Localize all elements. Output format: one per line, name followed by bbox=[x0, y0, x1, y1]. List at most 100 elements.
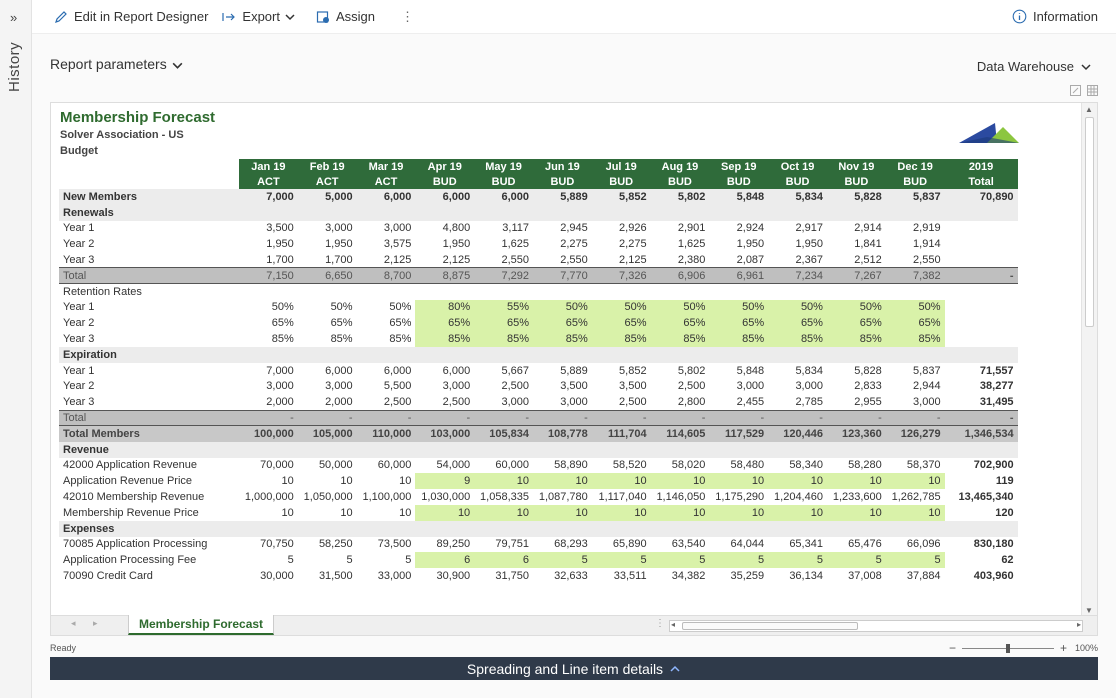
grid-cell: 7,292 bbox=[474, 267, 533, 285]
report-parameters-toggle[interactable]: Report parameters bbox=[50, 56, 184, 72]
grid-cell[interactable]: 5 bbox=[591, 552, 651, 569]
horizontal-scroll-thumb[interactable] bbox=[682, 622, 858, 630]
grid-view-icon[interactable] bbox=[1087, 85, 1098, 96]
grid-cell[interactable]: 6 bbox=[474, 552, 533, 569]
grid-cell[interactable]: 10 bbox=[650, 504, 710, 521]
grid-cell[interactable]: 10 bbox=[474, 504, 533, 521]
data-source-dropdown[interactable]: Data Warehouse bbox=[977, 59, 1092, 74]
grid-cell: 6,000 bbox=[356, 189, 416, 205]
sheet-tab-membership-forecast[interactable]: Membership Forecast bbox=[128, 615, 275, 635]
grid-cell: 5,852 bbox=[619, 364, 647, 377]
grid-cell[interactable]: 9 bbox=[415, 473, 475, 490]
grid-cell[interactable]: 10 bbox=[532, 504, 592, 521]
grid-cell[interactable]: 65% bbox=[826, 315, 886, 332]
grid-cell[interactable]: 5 bbox=[826, 552, 886, 569]
grid-cell: - bbox=[239, 409, 298, 427]
grid-cell[interactable]: 10 bbox=[826, 504, 886, 521]
grid-cell bbox=[474, 284, 533, 300]
grid-cell bbox=[591, 520, 651, 537]
zoom-in-icon[interactable]: + bbox=[1060, 641, 1067, 655]
grid-cell[interactable]: 85% bbox=[591, 331, 651, 347]
grid-cell bbox=[885, 441, 945, 458]
expand-sheet-icon[interactable] bbox=[1070, 85, 1081, 96]
grid-cell[interactable]: 50% bbox=[532, 299, 592, 316]
zoom-out-icon[interactable]: − bbox=[949, 641, 956, 655]
scroll-down-icon[interactable]: ▼ bbox=[1085, 606, 1093, 615]
grid-cell[interactable]: 10 bbox=[768, 473, 827, 490]
zoom-slider[interactable] bbox=[961, 643, 1054, 653]
grid-cell[interactable]: 10 bbox=[650, 473, 710, 490]
grid-cell[interactable]: 10 bbox=[532, 473, 592, 490]
grid-cell[interactable]: 5 bbox=[709, 552, 769, 569]
grid-cell[interactable]: 50% bbox=[826, 299, 886, 316]
grid-cell[interactable]: 5 bbox=[885, 552, 945, 569]
vertical-scroll-thumb[interactable] bbox=[1085, 117, 1094, 327]
grid-cell[interactable]: 65% bbox=[591, 315, 651, 332]
zoom-slider-handle[interactable] bbox=[1005, 643, 1010, 653]
tab-prev-icon[interactable]: ◂ bbox=[71, 618, 76, 629]
grid-cell[interactable]: 85% bbox=[885, 331, 945, 347]
grid-cell[interactable]: 10 bbox=[591, 504, 651, 521]
grid-cell bbox=[885, 346, 945, 363]
grid-cell[interactable]: 50% bbox=[591, 299, 651, 316]
grid-cell[interactable]: 65% bbox=[415, 315, 475, 332]
spreadsheet[interactable]: Membership Forecast Solver Association -… bbox=[51, 103, 1083, 617]
vertical-scrollbar[interactable]: ▲ ▼ bbox=[1081, 103, 1097, 617]
grid-cell[interactable]: 50% bbox=[768, 299, 827, 316]
grid-cell[interactable]: 50% bbox=[885, 299, 945, 316]
scroll-left-icon[interactable]: ◂ bbox=[671, 620, 675, 629]
grid-cell[interactable]: 5 bbox=[650, 552, 710, 569]
grid-cell[interactable]: 10 bbox=[885, 504, 945, 521]
grid-cell[interactable]: 5 bbox=[768, 552, 827, 569]
grid-cell[interactable]: 85% bbox=[768, 331, 827, 347]
grid-cell[interactable]: 65% bbox=[650, 315, 710, 332]
grid-cell[interactable]: 65% bbox=[474, 315, 533, 332]
row-label: Year 2 bbox=[63, 238, 95, 251]
grid-cell[interactable]: 65% bbox=[885, 315, 945, 332]
spreading-details-toggle[interactable]: Spreading and Line item details bbox=[50, 657, 1098, 680]
row-label: New Members bbox=[59, 189, 239, 205]
expand-sidebar-icon[interactable]: » bbox=[10, 10, 17, 25]
grid-cell[interactable]: 65% bbox=[768, 315, 827, 332]
export-button[interactable]: Export bbox=[222, 9, 302, 24]
horizontal-scrollbar[interactable]: ◂ ▸ bbox=[669, 620, 1083, 632]
tab-next-icon[interactable]: ▸ bbox=[93, 618, 98, 629]
grid-cell[interactable]: 10 bbox=[826, 473, 886, 490]
grid-cell[interactable]: 6 bbox=[415, 552, 475, 569]
grid-cell[interactable]: 80% bbox=[415, 299, 475, 316]
grid-cell[interactable]: 85% bbox=[709, 331, 769, 347]
grid-cell[interactable]: 10 bbox=[591, 473, 651, 490]
grid-cell: 1,700 bbox=[266, 253, 294, 266]
grid-cell: 105,834 bbox=[474, 425, 533, 442]
grid-cell[interactable]: 85% bbox=[415, 331, 475, 347]
history-label[interactable]: History bbox=[6, 42, 23, 92]
grid-cell[interactable]: 85% bbox=[650, 331, 710, 347]
assign-button[interactable]: Assign bbox=[316, 9, 375, 24]
information-button[interactable]: Information bbox=[1012, 9, 1098, 24]
grid-cell: 10 bbox=[399, 506, 412, 519]
edit-in-report-designer-button[interactable]: Edit in Report Designer bbox=[54, 9, 208, 24]
row-label: Year 2 bbox=[63, 380, 95, 393]
grid-cell[interactable]: 55% bbox=[474, 299, 533, 316]
grid-cell[interactable]: 85% bbox=[826, 331, 886, 347]
grid-cell[interactable]: 85% bbox=[474, 331, 533, 347]
grid-cell[interactable]: 50% bbox=[650, 299, 710, 316]
grid-cell[interactable]: 65% bbox=[532, 315, 592, 332]
row-label: Year 3 bbox=[63, 333, 95, 346]
grid-cell[interactable]: 65% bbox=[709, 315, 769, 332]
grid-cell[interactable]: 10 bbox=[474, 473, 533, 490]
header-type-cell: BUD bbox=[768, 174, 827, 189]
grid-cell[interactable]: 10 bbox=[709, 473, 769, 490]
grid-cell[interactable]: 10 bbox=[885, 473, 945, 490]
grid-cell[interactable]: 5 bbox=[532, 552, 592, 569]
grid-cell[interactable]: 10 bbox=[768, 504, 827, 521]
splitter-icon[interactable]: ⋮ bbox=[655, 618, 665, 629]
grid-cell[interactable]: 50% bbox=[709, 299, 769, 316]
grid-cell[interactable]: 10 bbox=[709, 504, 769, 521]
scroll-right-icon[interactable]: ▸ bbox=[1077, 620, 1081, 629]
grid-cell[interactable]: 10 bbox=[415, 504, 475, 521]
grid-cell: 7,234 bbox=[768, 267, 827, 285]
grid-cell[interactable]: 85% bbox=[532, 331, 592, 347]
scroll-up-icon[interactable]: ▲ bbox=[1085, 105, 1093, 114]
more-options-button[interactable]: ⋮ bbox=[401, 9, 414, 25]
